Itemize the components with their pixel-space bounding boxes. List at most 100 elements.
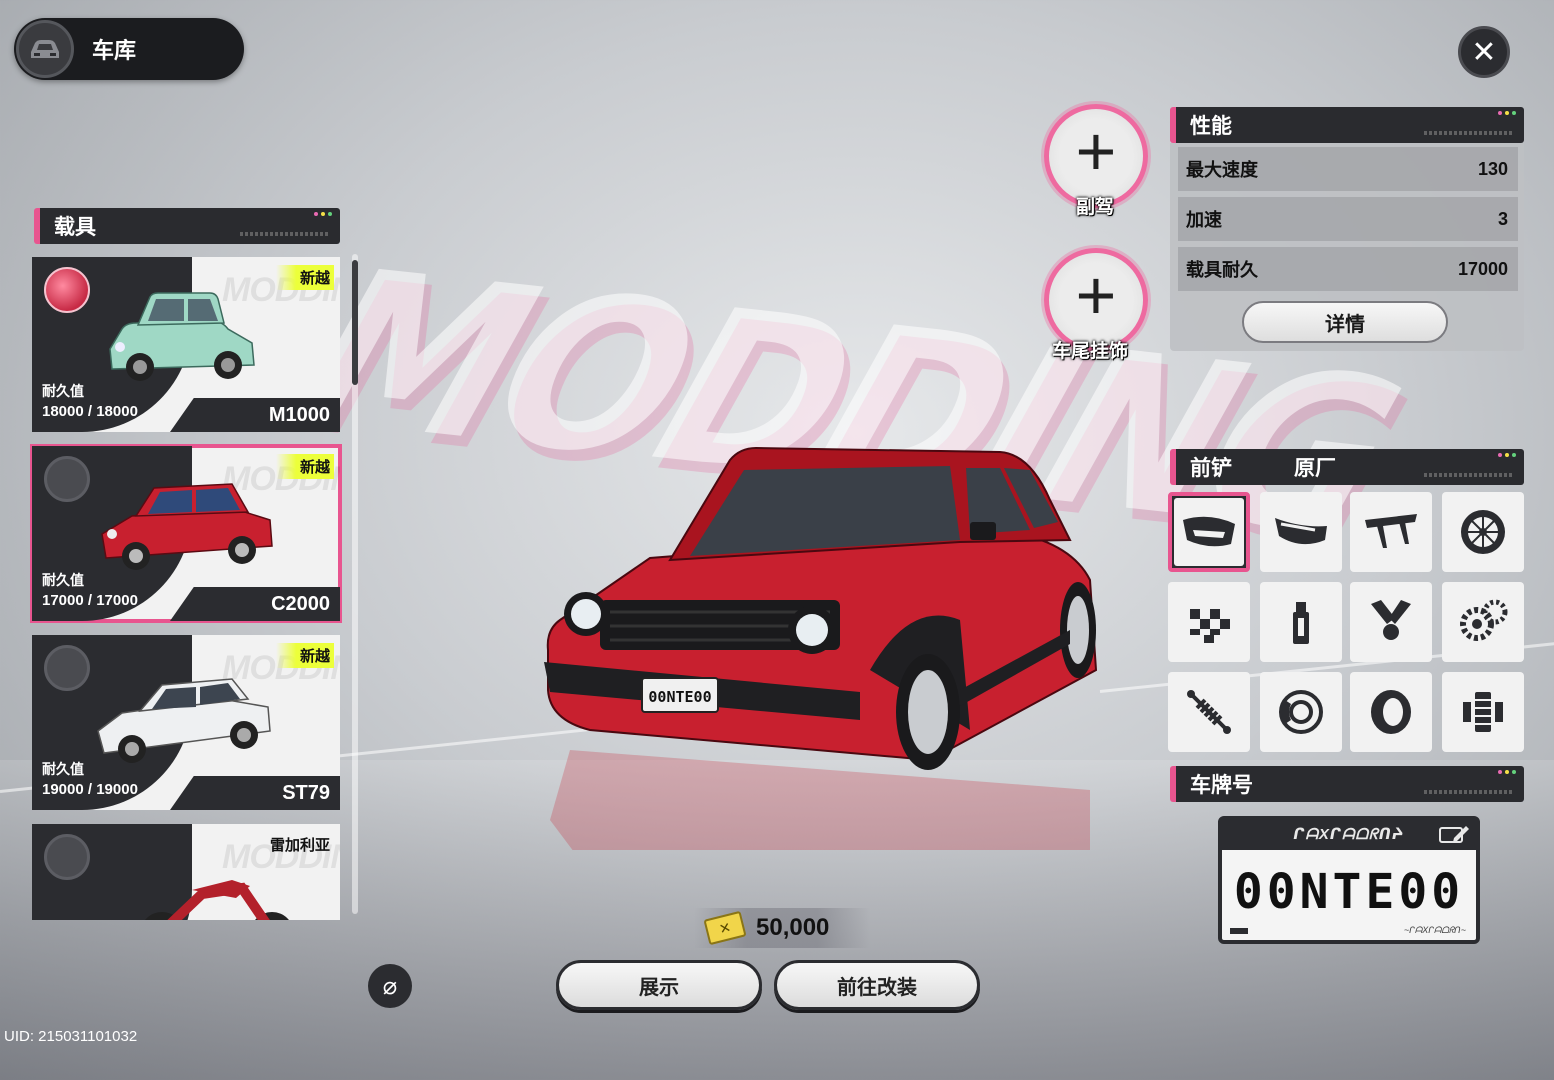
transmission-icon: [1460, 599, 1508, 641]
part-tile-suspension[interactable]: [1168, 672, 1250, 752]
vehicle-model-name: ST79: [170, 776, 340, 810]
plate-footer-text: ~ᒋᗩXᒋᗩᗝᖇᑎ~: [1403, 925, 1466, 935]
empty-driver-avatar-icon: [44, 834, 90, 880]
rear-ornament-label: 车尾挂饰: [1052, 341, 1129, 362]
spoiler-icon: [1365, 514, 1417, 548]
empty-driver-avatar-icon: [44, 645, 90, 691]
car-thumbnail-st79: [97, 678, 271, 763]
plate-indicator: [1230, 928, 1248, 934]
durability-value: 19000 / 19000: [42, 781, 138, 798]
durability-label: 耐久值: [42, 572, 84, 588]
engine-piston-icon: [1371, 600, 1411, 640]
part-tile-spray-paint[interactable]: [1260, 582, 1342, 662]
vehicle-list[interactable]: MODDING 新越 耐久值 18000 / 18000 M1000 MODDI…: [30, 255, 344, 920]
garage-header: 车库: [14, 18, 244, 80]
parts-current-label: 原厂: [1294, 457, 1336, 480]
front-bumper-icon: [1183, 516, 1235, 547]
stat-value: 17000: [1457, 258, 1508, 279]
cash-ticket-icon: ✕: [703, 910, 747, 946]
currency-amount: 50,000: [756, 914, 830, 941]
car-thumbnail-m1000: [109, 292, 255, 381]
rim-icon: [1461, 510, 1505, 554]
vehicle-card[interactable]: MODDING 雷加利亚: [32, 824, 340, 920]
go-modify-button[interactable]: 前往改装: [774, 960, 980, 1010]
details-button[interactable]: 详情: [1242, 301, 1448, 343]
header-decoration: [1424, 790, 1514, 794]
hide-eye-slash-icon: ⌀: [382, 972, 398, 1000]
selected-car-model: 00NTE00: [544, 446, 1098, 850]
vehicle-card[interactable]: MODDING 新越 耐久值 19000 / 19000 ST79: [32, 635, 340, 810]
part-tile-transmission[interactable]: [1442, 582, 1524, 662]
close-icon: ✕: [1471, 35, 1497, 69]
stat-row-max-speed: 最大速度 130: [1178, 147, 1518, 191]
performance-header: 性能: [1170, 107, 1524, 143]
hide-ui-button[interactable]: ⌀: [368, 964, 412, 1008]
display-button[interactable]: 展示: [556, 960, 762, 1010]
part-tile-livery[interactable]: [1168, 582, 1250, 662]
brand-tag: 雷加利亚: [269, 837, 330, 854]
durability-label: 耐久值: [42, 761, 84, 777]
part-tile-rim[interactable]: [1442, 492, 1524, 572]
plus-icon: +: [1075, 256, 1117, 334]
durability-label: 耐久值: [42, 383, 84, 399]
header-dots: [314, 212, 332, 216]
stat-value: 3: [1497, 208, 1508, 229]
plate-section-title: 车牌号: [1190, 774, 1253, 797]
stat-label: 加速: [1186, 210, 1222, 230]
header-decoration: [240, 232, 330, 236]
car-plate-text: 00NTE00: [648, 688, 711, 706]
brand-tag: 新越: [275, 454, 334, 479]
page-title: 车库: [92, 38, 137, 63]
part-tile-spoiler[interactable]: [1350, 492, 1432, 572]
header-dots: [1498, 453, 1516, 457]
part-tile-front-bumper[interactable]: [1168, 492, 1250, 572]
performance-title: 性能: [1190, 115, 1232, 138]
stat-value: 130: [1477, 158, 1508, 179]
parts-category-header: 前铲 原厂: [1170, 449, 1524, 485]
rear-bumper-icon: [1275, 518, 1327, 545]
license-plate-editor[interactable]: ᒋᗩXᒋᗩᗝᖇᑎᔨ 00NTE00 ~ᒋᗩXᒋᗩᗝᖇᑎ~: [1218, 816, 1480, 944]
header-decoration: [1424, 473, 1514, 477]
part-tile-brake[interactable]: [1260, 672, 1342, 752]
vehicle-card[interactable]: MODDING 新越 耐久值 18000 / 18000 M1000: [32, 257, 340, 432]
driver-avatar: [44, 267, 90, 313]
vehicle-section-header: 载具: [34, 208, 340, 244]
brake-icon: [1279, 690, 1323, 734]
header-dots: [1498, 111, 1516, 115]
vehicle-card-selected[interactable]: MODDING 新越 耐久值 17000 / 17000 C2000: [30, 444, 342, 623]
part-tile-drivetrain[interactable]: [1442, 672, 1524, 752]
brand-tag: 新越: [275, 643, 334, 668]
suspension-icon: [1187, 690, 1231, 734]
durability-value: 18000 / 18000: [42, 403, 138, 420]
copilot-label: 副驾: [1076, 197, 1115, 218]
parts-grid: [1168, 492, 1526, 756]
plus-icon: +: [1075, 112, 1117, 190]
user-id: UID: 215031101032: [4, 1028, 138, 1045]
part-tile-engine[interactable]: [1350, 582, 1432, 662]
header-decoration: [1424, 131, 1514, 135]
garage-car-icon: [16, 20, 74, 78]
vehicle-model-name: M1000: [170, 398, 340, 432]
close-button[interactable]: ✕: [1458, 26, 1510, 78]
brand-tag: 新越: [275, 265, 334, 290]
parts-category-label: 前铲: [1190, 457, 1232, 480]
vehicle-model-name: C2000: [170, 587, 340, 621]
motorcycle-thumbnail: [145, 880, 289, 920]
tire-icon: [1371, 690, 1411, 734]
stat-row-durability: 载具耐久 17000: [1178, 247, 1518, 291]
scrollbar-thumb[interactable]: [352, 260, 358, 385]
stat-label: 载具耐久: [1186, 260, 1258, 280]
empty-driver-avatar-icon: [44, 456, 90, 502]
drivetrain-icon: [1463, 692, 1503, 732]
part-tile-tire[interactable]: [1350, 672, 1432, 752]
vehicle-section-title: 载具: [54, 216, 96, 239]
vehicle-list-scrollbar[interactable]: [352, 254, 358, 914]
currency-display: ✕ 50,000: [694, 908, 870, 948]
edit-icon[interactable]: [1438, 824, 1470, 846]
stat-row-acceleration: 加速 3: [1178, 197, 1518, 241]
part-tile-rear-bumper[interactable]: [1260, 492, 1342, 572]
stat-label: 最大速度: [1186, 160, 1258, 180]
livery-icon: [1190, 609, 1230, 643]
plate-section-header: 车牌号: [1170, 766, 1524, 802]
spray-paint-icon: [1293, 602, 1309, 644]
